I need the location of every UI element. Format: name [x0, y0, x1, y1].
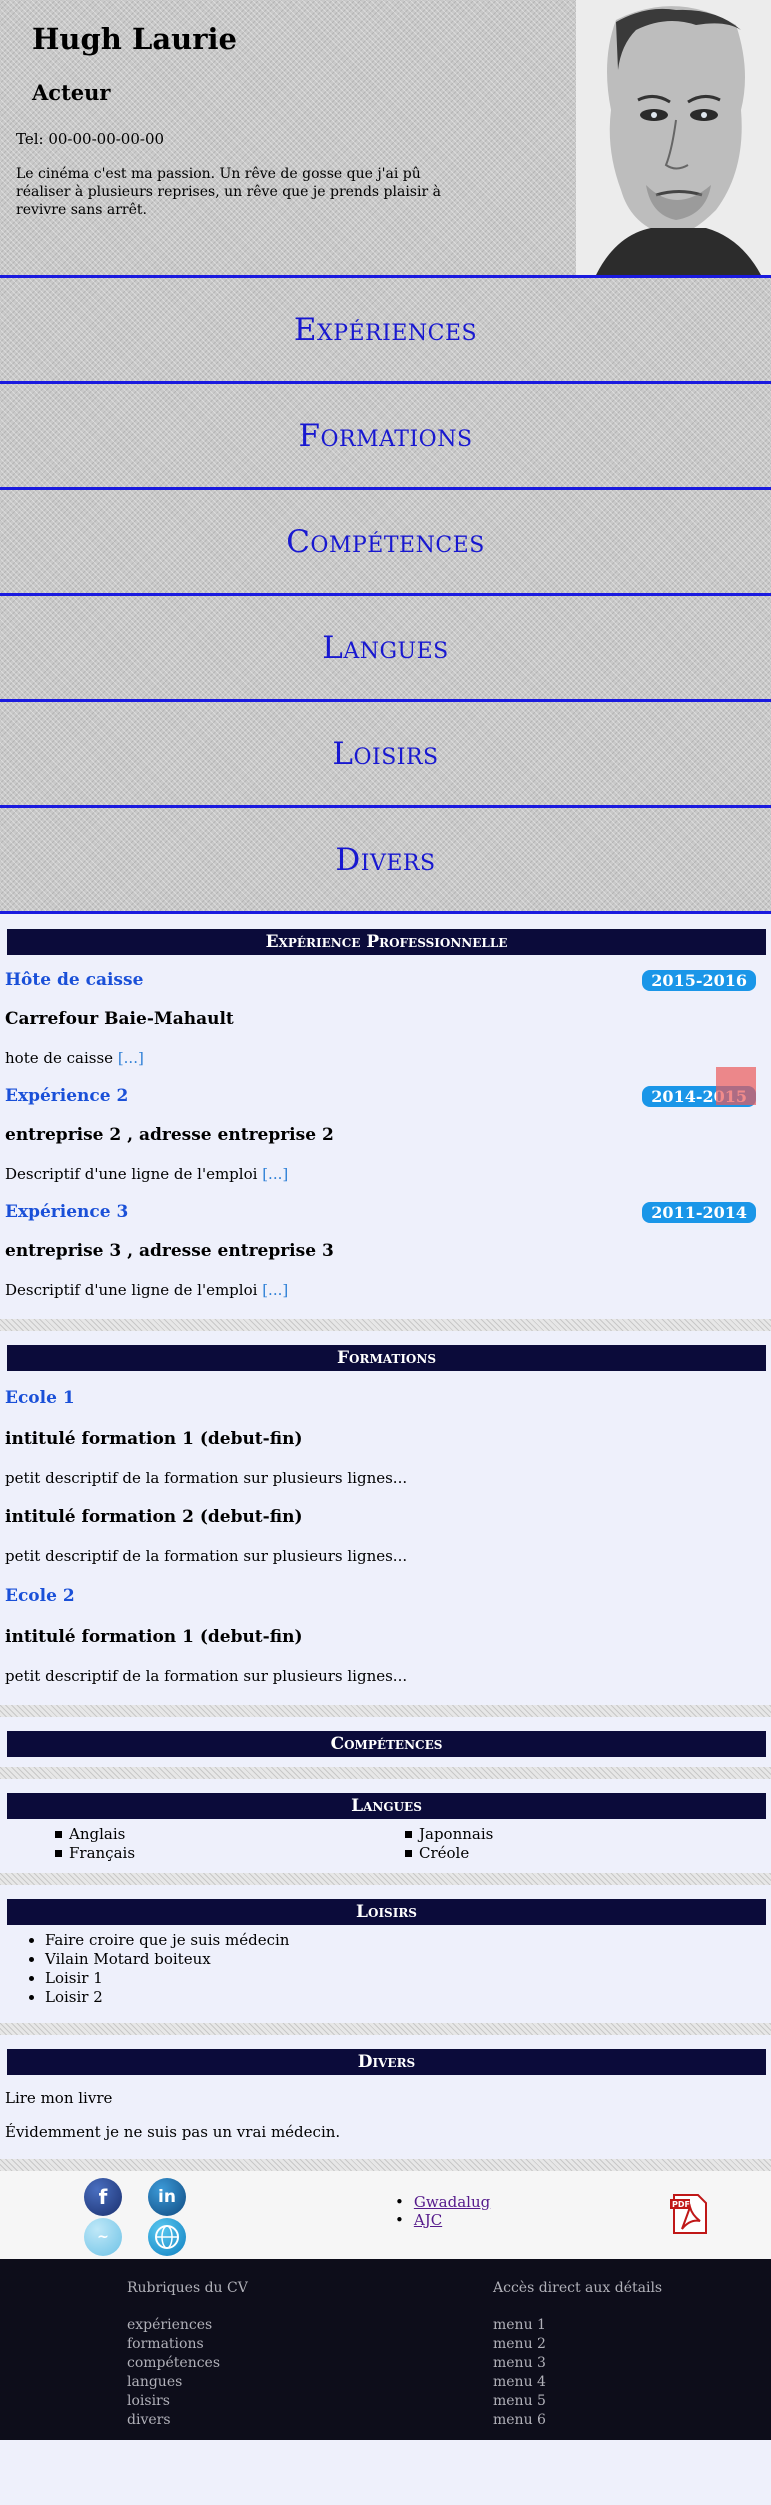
- language-item: Créole: [405, 1844, 705, 1863]
- footer-column-title: Rubriques du CV: [127, 2280, 248, 2296]
- language-item: Anglais: [55, 1825, 355, 1844]
- nav-competences[interactable]: Compétences: [0, 490, 771, 596]
- footer-column-rubriques: Rubriques du CV expériences formations c…: [127, 2279, 248, 2430]
- date-badge: 2011-2014: [642, 1201, 756, 1223]
- more-link[interactable]: [...]: [262, 1165, 288, 1183]
- experience-section: Expérience Professionnelle Hôte de caiss…: [0, 929, 771, 1319]
- job-description: Descriptif d'une ligne de l'emploi [...]: [5, 1281, 289, 1299]
- hobby-item: Faire croire que je suis médecin: [45, 1931, 766, 1950]
- hobby-item: Loisir 1: [45, 1969, 766, 1988]
- footer-column-acces: Accès direct aux détails menu 1 menu 2 m…: [493, 2279, 662, 2430]
- divers-line: Lire mon livre: [5, 2089, 113, 2107]
- footer-links: f in ~ Gwadalug AJC PDF: [0, 2171, 771, 2259]
- divers-section: Divers Lire mon livre Évidemment je ne s…: [0, 2035, 771, 2159]
- bio-text: Le cinéma c'est ma passion. Un rêve de g…: [16, 166, 441, 218]
- formation-title: intitulé formation 1 (debut-fin): [5, 1627, 303, 1647]
- formation-description: petit descriptif de la formation sur plu…: [5, 1667, 408, 1685]
- footer-link[interactable]: menu 4: [493, 2373, 662, 2392]
- language-list: Anglais Français Japonnais Créole: [5, 1825, 766, 1863]
- job-entry-title: Expérience 2: [5, 1086, 129, 1106]
- footer-link[interactable]: menu 3: [493, 2354, 662, 2373]
- nav-langues[interactable]: Langues: [0, 596, 771, 702]
- footer-column-title: Accès direct aux détails: [493, 2280, 663, 2296]
- formation-description: petit descriptif de la formation sur plu…: [5, 1469, 408, 1487]
- loisirs-title: Loisirs: [7, 1899, 766, 1925]
- footer-link[interactable]: expériences: [127, 2316, 248, 2335]
- person-name: Hugh Laurie: [32, 22, 237, 56]
- langues-section: Langues Anglais Français Japonnais Créole: [0, 1779, 771, 1873]
- phone-number: Tel: 00-00-00-00-00: [16, 130, 165, 148]
- job-entry: Expérience 3 2011-2014 entreprise 3 , adr…: [5, 1193, 766, 1309]
- job-description: Descriptif d'une ligne de l'emploi [...]: [5, 1165, 289, 1183]
- job-entry-title: Expérience 3: [5, 1202, 129, 1222]
- hobby-item: Loisir 2: [45, 1988, 766, 2007]
- company-name: entreprise 3 , adresse entreprise 3: [5, 1241, 334, 1261]
- job-title: Acteur: [32, 80, 111, 105]
- loisirs-section: Loisirs Faire croire que je suis médecin…: [0, 1885, 771, 2023]
- footer-link[interactable]: formations: [127, 2335, 248, 2354]
- company-name: Carrefour Baie-Mahault: [5, 1009, 234, 1029]
- footer-link[interactable]: divers: [127, 2411, 248, 2430]
- formation-description: petit descriptif de la formation sur plu…: [5, 1547, 408, 1565]
- footer-link[interactable]: menu 2: [493, 2335, 662, 2354]
- footer-link[interactable]: menu 5: [493, 2392, 662, 2411]
- school-name: Ecole 1: [5, 1388, 75, 1408]
- divers-line: Évidemment je ne suis pas un vrai médeci…: [5, 2123, 341, 2141]
- external-links: Gwadalug AJC: [395, 2193, 490, 2229]
- formation-title: intitulé formation 1 (debut-fin): [5, 1429, 303, 1449]
- formations-section: Formations Ecole 1 intitulé formation 1 …: [0, 1331, 771, 1705]
- job-entry-title: Hôte de caisse: [5, 970, 144, 990]
- pdf-download-icon[interactable]: PDF: [670, 2193, 710, 2235]
- linkedin-icon[interactable]: in: [148, 2178, 186, 2216]
- footer-link[interactable]: langues: [127, 2373, 248, 2392]
- job-description: hote de caisse [...]: [5, 1049, 144, 1067]
- footer-link[interactable]: compétences: [127, 2354, 248, 2373]
- facebook-icon[interactable]: f: [84, 2178, 122, 2216]
- overlay-marker: [716, 1067, 756, 1105]
- company-name: entreprise 2 , adresse entreprise 2: [5, 1125, 334, 1145]
- link-ajc[interactable]: AJC: [414, 2211, 442, 2229]
- formations-title: Formations: [7, 1345, 766, 1371]
- globe-icon[interactable]: [148, 2218, 186, 2256]
- experience-title: Expérience Professionnelle: [7, 929, 766, 955]
- footer-sitemap: Rubriques du CV expériences formations c…: [0, 2259, 771, 2440]
- svg-text:PDF: PDF: [672, 2200, 690, 2209]
- divers-title: Divers: [7, 2049, 766, 2075]
- more-link[interactable]: [...]: [262, 1281, 288, 1299]
- hobby-item: Vilain Motard boiteux: [45, 1950, 766, 1969]
- footer-link[interactable]: menu 6: [493, 2411, 662, 2430]
- hobby-list: Faire croire que je suis médecin Vilain …: [45, 1931, 766, 2007]
- more-link[interactable]: [...]: [118, 1049, 144, 1067]
- nav-experiences[interactable]: Expériences: [0, 278, 771, 384]
- language-item: Français: [55, 1844, 355, 1863]
- school-name: Ecole 2: [5, 1586, 75, 1606]
- twitter-icon[interactable]: ~: [84, 2218, 122, 2256]
- competences-section: Compétences: [0, 1717, 771, 1767]
- competences-title: Compétences: [7, 1731, 766, 1757]
- cv-header: Hugh Laurie Acteur Tel: 00-00-00-00-00 L…: [0, 0, 771, 278]
- language-item: Japonnais: [405, 1825, 705, 1844]
- footer-link[interactable]: loisirs: [127, 2392, 248, 2411]
- section-nav: Expériences Formations Compétences Langu…: [0, 278, 771, 914]
- link-gwadalug[interactable]: Gwadalug: [414, 2193, 490, 2211]
- job-entry: Expérience 2 2014-2015 entreprise 2 , adr…: [5, 1067, 766, 1193]
- footer-link[interactable]: menu 1: [493, 2316, 662, 2335]
- langues-title: Langues: [7, 1793, 766, 1819]
- nav-divers[interactable]: Divers: [0, 808, 771, 914]
- nav-formations[interactable]: Formations: [0, 384, 771, 490]
- job-entry: Hôte de caisse 2015-2016 Carrefour Baie-M…: [5, 961, 766, 1077]
- date-badge: 2015-2016: [642, 969, 756, 991]
- nav-loisirs[interactable]: Loisirs: [0, 702, 771, 808]
- profile-photo: [576, 0, 771, 275]
- formation-title: intitulé formation 2 (debut-fin): [5, 1507, 303, 1527]
